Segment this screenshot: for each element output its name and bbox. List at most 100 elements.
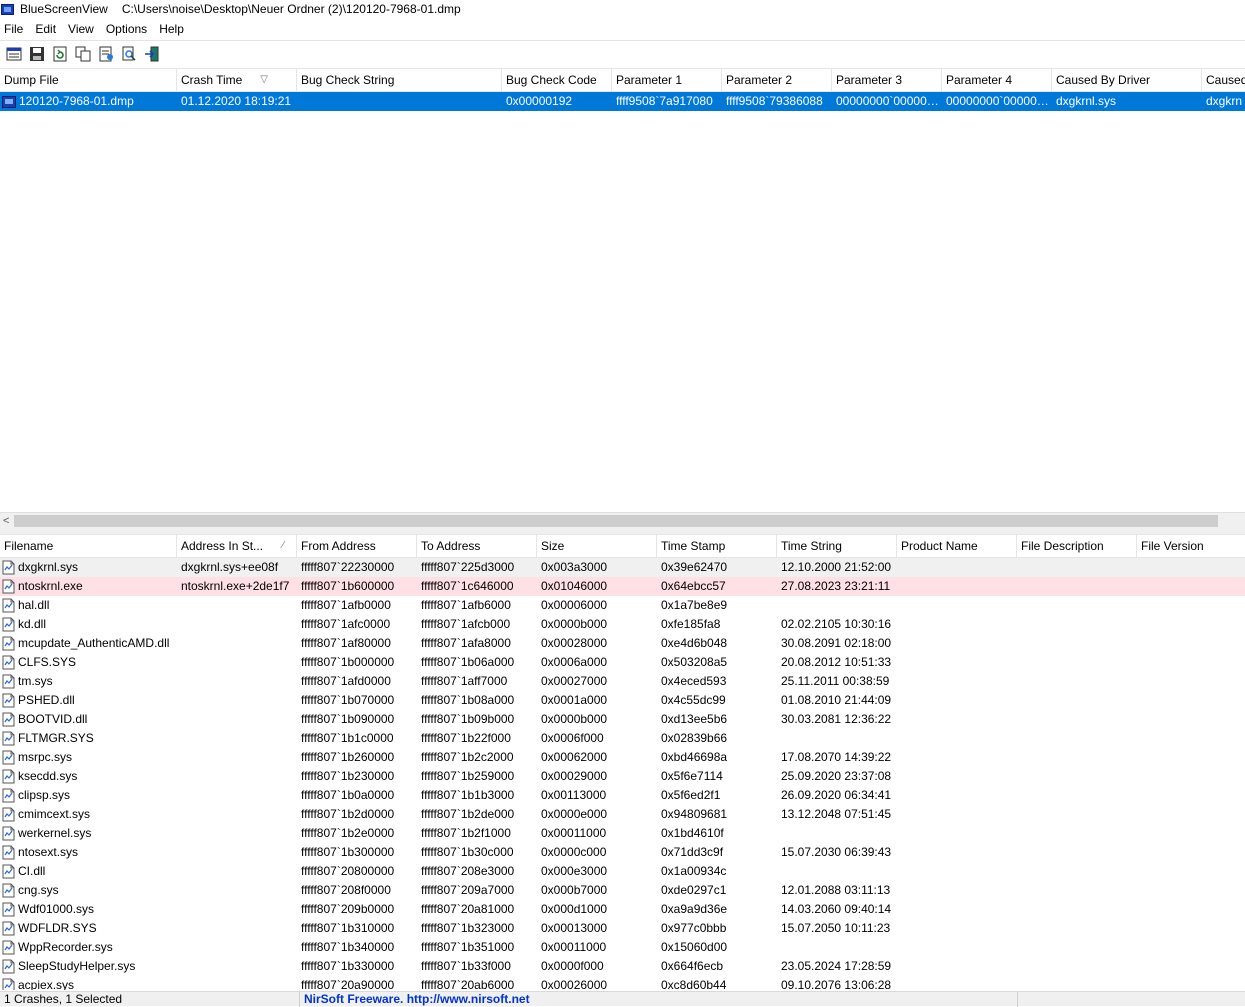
- column-header[interactable]: Parameter 2: [722, 69, 832, 91]
- driver-cell: 0x00027000: [541, 674, 608, 688]
- column-header[interactable]: Filename: [0, 535, 177, 557]
- driver-row[interactable]: ntoskrnl.exe ntoskrnl.exe+2de1f7 fffff807`…: [0, 577, 1245, 596]
- column-header[interactable]: Parameter 1: [612, 69, 722, 91]
- column-header[interactable]: Parameter 3: [832, 69, 942, 91]
- driver-row[interactable]: PSHED.dll fffff807`1b070000 fffff807`1b08a…: [0, 691, 1245, 710]
- driver-row[interactable]: mcupdate_AuthenticAMD.dll fffff807`1af800…: [0, 634, 1245, 653]
- driver-row[interactable]: BOOTVID.dll fffff807`1b090000 fffff807`1b0…: [0, 710, 1245, 729]
- cell-text: SleepStudyHelper.sys: [18, 959, 136, 973]
- driver-cell: 0x00013000: [541, 921, 608, 935]
- driver-row[interactable]: kd.dll fffff807`1afc0000 fffff807`1afcb000…: [0, 615, 1245, 634]
- driver-row[interactable]: dxgkrnl.sys dxgkrnl.sys+ee08f fffff807`222…: [0, 558, 1245, 577]
- driver-row[interactable]: cng.sys fffff807`208f0000 fffff807`209a700…: [0, 881, 1245, 900]
- driver-cell: fffff807`1afc0000: [301, 617, 391, 631]
- driver-row[interactable]: clipsp.sys fffff807`1b0a0000 fffff807`1b1b…: [0, 786, 1245, 805]
- driver-cell: [897, 634, 1017, 653]
- column-header-address[interactable]: Address In St... ⁄: [177, 535, 297, 557]
- driver-cell: [897, 786, 1017, 805]
- column-header[interactable]: Size: [537, 535, 657, 557]
- cell-text: Wdf01000.sys: [18, 902, 95, 916]
- driver-cell: 0x5f6e7114: [661, 769, 723, 783]
- column-header[interactable]: Dump File: [0, 69, 177, 91]
- column-header[interactable]: Bug Check String: [297, 69, 502, 91]
- driver-row[interactable]: tm.sys fffff807`1afd0000 fffff807`1aff7000…: [0, 672, 1245, 691]
- nirsoft-link[interactable]: NirSoft Freeware. http://www.nirsoft.net: [300, 991, 1018, 1007]
- horizontal-scrollbar[interactable]: <: [0, 512, 1245, 529]
- driver-row[interactable]: CLFS.SYS fffff807`1b000000 fffff807`1b06a0…: [0, 653, 1245, 672]
- title-bar: BlueScreenView C:\Users\noise\Desktop\Ne…: [0, 0, 1245, 18]
- html-report-icon[interactable]: [97, 45, 115, 63]
- menu-file[interactable]: File: [4, 22, 31, 36]
- dump-file-icon: [2, 95, 16, 108]
- driver-cell: fffff807`1b09b000: [421, 712, 515, 726]
- driver-cell: [1017, 577, 1137, 596]
- driver-cell: hal.dll: [0, 596, 177, 615]
- driver-cell: fffff807`1b1b3000: [421, 788, 515, 802]
- driver-cell: [777, 596, 897, 615]
- driver-cell: [177, 881, 297, 900]
- column-header[interactable]: From Address: [297, 535, 417, 557]
- crash-cell: dxgkrnl.sys: [1056, 94, 1117, 108]
- column-header[interactable]: Time Stamp: [657, 535, 777, 557]
- properties-icon[interactable]: [5, 45, 23, 63]
- driver-cell: ntosext.sys: [0, 843, 177, 862]
- column-header[interactable]: Caused: [1202, 69, 1245, 91]
- menu-help[interactable]: Help: [159, 22, 192, 36]
- driver-row[interactable]: WDFLDR.SYS fffff807`1b310000 fffff807`1b32…: [0, 919, 1245, 938]
- menu-edit[interactable]: Edit: [35, 22, 64, 36]
- refresh-icon[interactable]: [51, 45, 69, 63]
- driver-cell: ntoskrnl.exe: [0, 577, 177, 596]
- driver-row[interactable]: CI.dll fffff807`20800000 fffff807`208e3000…: [0, 862, 1245, 881]
- driver-cell: [897, 596, 1017, 615]
- driver-cell: fffff807`20ab6000: [421, 978, 515, 990]
- driver-row[interactable]: acpiex.sys fffff807`20a90000 fffff807`20ab…: [0, 976, 1245, 990]
- scrollbar-thumb[interactable]: [14, 515, 1218, 527]
- driver-row[interactable]: WppRecorder.sys fffff807`1b340000 fffff807…: [0, 938, 1245, 957]
- column-header[interactable]: Time String: [777, 535, 897, 557]
- driver-row[interactable]: FLTMGR.SYS fffff807`1b1c0000 fffff807`1b22…: [0, 729, 1245, 748]
- driver-cell: 0x1bd4610f: [661, 826, 724, 840]
- driver-cell: 0x0001a000: [541, 693, 608, 707]
- file-icon: [2, 693, 15, 708]
- driver-cell: fffff807`1b340000: [301, 940, 395, 954]
- menu-view[interactable]: View: [68, 22, 102, 36]
- driver-cell: 12.01.2088 03:11:13: [781, 883, 891, 897]
- crash-cell: 0x00000192: [506, 94, 573, 108]
- exit-icon[interactable]: [143, 45, 161, 63]
- scroll-left-icon[interactable]: <: [3, 513, 9, 529]
- driver-cell: [897, 672, 1017, 691]
- driver-row[interactable]: werkernel.sys fffff807`1b2e0000 fffff807`1…: [0, 824, 1245, 843]
- crash-row[interactable]: 120120-7968-01.dmp 01.12.2020 18:19:21 0x0…: [0, 92, 1245, 111]
- driver-cell: fffff807`1b33f000: [421, 959, 511, 973]
- driver-row[interactable]: ksecdd.sys fffff807`1b230000 fffff807`1b25…: [0, 767, 1245, 786]
- column-header[interactable]: To Address: [417, 535, 537, 557]
- driver-row[interactable]: SleepStudyHelper.sys fffff807`1b330000 fff…: [0, 957, 1245, 976]
- driver-cell: [1137, 596, 1245, 615]
- menu-options[interactable]: Options: [106, 22, 155, 36]
- driver-cell: dxgkrnl.sys+ee08f: [181, 560, 279, 574]
- column-header-crash-time[interactable]: Crash Time ▽: [177, 69, 297, 91]
- save-icon[interactable]: [28, 45, 46, 63]
- driver-cell: [1137, 881, 1245, 900]
- driver-cell: mcupdate_AuthenticAMD.dll: [0, 634, 177, 653]
- driver-cell: [777, 729, 897, 748]
- file-icon: [2, 617, 15, 632]
- column-header[interactable]: Product Name: [897, 535, 1017, 557]
- find-icon[interactable]: [120, 45, 138, 63]
- driver-cell: ksecdd.sys: [0, 767, 177, 786]
- column-header[interactable]: Bug Check Code: [502, 69, 612, 91]
- driver-row[interactable]: cmimcext.sys fffff807`1b2d0000 fffff807`1b…: [0, 805, 1245, 824]
- driver-cell: [177, 957, 297, 976]
- driver-row[interactable]: Wdf01000.sys fffff807`209b0000 fffff807`20…: [0, 900, 1245, 919]
- column-header[interactable]: Caused By Driver: [1052, 69, 1202, 91]
- driver-cell: [1137, 710, 1245, 729]
- driver-row[interactable]: ntosext.sys fffff807`1b300000 fffff807`1b3…: [0, 843, 1245, 862]
- driver-row[interactable]: hal.dll fffff807`1afb0000 fffff807`1afb600…: [0, 596, 1245, 615]
- driver-cell: BOOTVID.dll: [0, 710, 177, 729]
- column-header[interactable]: File Description: [1017, 535, 1137, 557]
- copy-icon[interactable]: [74, 45, 92, 63]
- column-header[interactable]: File Version: [1137, 535, 1245, 557]
- column-header[interactable]: Parameter 4: [942, 69, 1052, 91]
- driver-cell: 26.09.2020 06:34:41: [781, 788, 892, 802]
- driver-row[interactable]: msrpc.sys fffff807`1b260000 fffff807`1b2c2…: [0, 748, 1245, 767]
